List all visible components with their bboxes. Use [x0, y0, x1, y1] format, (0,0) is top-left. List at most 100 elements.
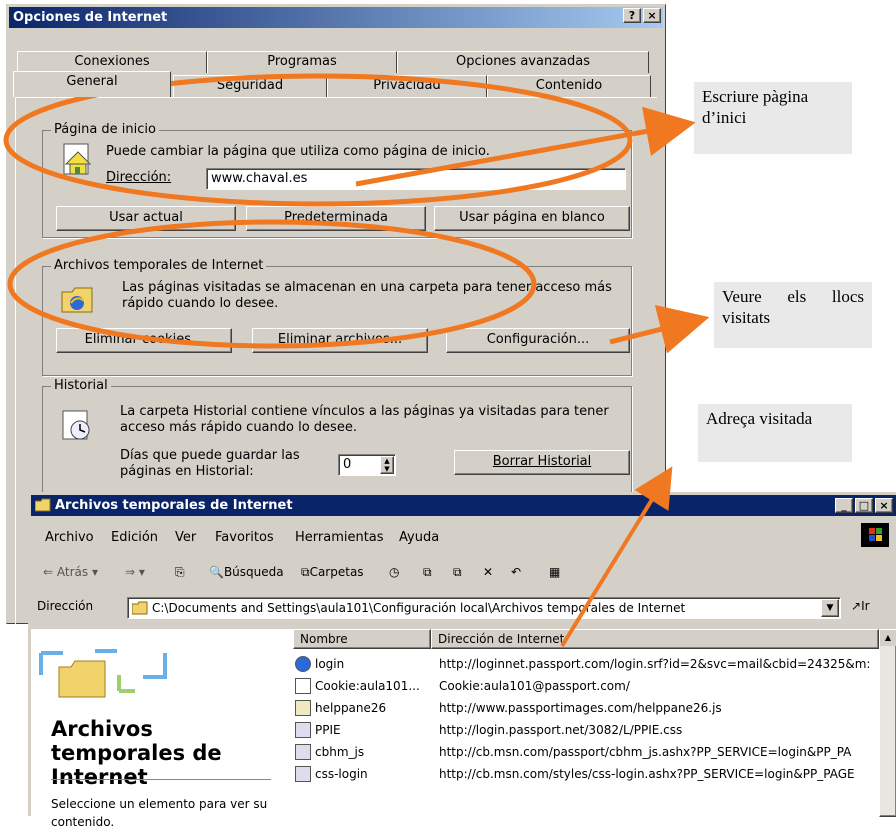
item-url: http://loginnet.passport.com/login.srf?i…: [439, 657, 871, 671]
undo-icon[interactable]: ↶: [511, 565, 521, 579]
list-item[interactable]: login http://loginnet.passport.com/login…: [293, 653, 893, 675]
back-button[interactable]: ⇐ Atrás ▾: [43, 565, 98, 579]
list-item[interactable]: Cookie:aula101... Cookie:aula101@passpor…: [293, 675, 893, 697]
menu-archivo[interactable]: Archivo: [45, 530, 94, 545]
copy-to-icon[interactable]: ⧉: [453, 565, 462, 580]
use-blank-label: Usar página en blanco: [459, 210, 605, 225]
use-blank-button[interactable]: Usar página en blanco: [434, 206, 630, 231]
list-item[interactable]: PPIE http://login.passport.net/3082/L/PP…: [293, 719, 893, 741]
settings-label: Configuración...: [486, 332, 590, 347]
column-name[interactable]: Nombre: [293, 629, 431, 649]
tab-opciones-avanzadas[interactable]: Opciones avanzadas: [397, 51, 649, 73]
home-page-desc: Puede cambiar la página que utiliza como…: [106, 144, 490, 159]
folders-button[interactable]: ⧉Carpetas: [301, 565, 364, 580]
dialog-title-bar[interactable]: Opciones de Internet: [9, 7, 663, 28]
maximize-button[interactable]: □: [855, 498, 873, 513]
window-address-value: C:\Documents and Settings\aula101\Config…: [152, 601, 686, 615]
tab-contenido[interactable]: Contenido: [487, 75, 651, 97]
tab-privacidad[interactable]: Privacidad: [327, 75, 487, 97]
house-icon: [63, 143, 92, 175]
css-file-icon: [295, 766, 311, 782]
item-url: http://login.passport.net/3082/L/PPIE.cs…: [439, 723, 683, 737]
temp-files-desc: Las páginas visitadas se almacenan en un…: [122, 280, 612, 311]
forward-button[interactable]: ⇒ ▾: [125, 565, 145, 579]
item-name: login: [315, 657, 345, 671]
item-name: cbhm_js: [315, 745, 365, 759]
move-to-icon[interactable]: ⧉: [423, 565, 432, 580]
window-title: Archivos temporales de Internet: [55, 498, 293, 513]
history-tool-icon[interactable]: ◷: [389, 565, 399, 579]
help-button[interactable]: ?: [623, 8, 641, 23]
dialog-title: Opciones de Internet: [13, 10, 168, 25]
minimize-button[interactable]: _: [835, 498, 853, 513]
script-file-icon: [295, 700, 311, 716]
tab-conexiones[interactable]: Conexiones: [17, 51, 207, 73]
window-address-label: Dirección: [37, 599, 94, 613]
history-days-label: Días que puede guardar las páginas en Hi…: [120, 448, 300, 479]
side-divider: [51, 779, 271, 780]
callout-visited-address: Adreça visitada: [698, 404, 852, 462]
search-button[interactable]: 🔍Búsqueda: [209, 565, 284, 579]
menu-edicion[interactable]: Edición: [111, 530, 158, 545]
folder-content: Archivos temporales de Internet Seleccio…: [31, 629, 896, 829]
menu-ver[interactable]: Ver: [175, 530, 196, 545]
tab-programas[interactable]: Programas: [207, 51, 397, 73]
history-desc: La carpeta Historial contiene vínculos a…: [120, 404, 609, 435]
menu-herramientas[interactable]: Herramientas: [295, 530, 384, 545]
item-url: Cookie:aula101@passport.com/: [439, 679, 630, 693]
home-address-input[interactable]: www.chaval.es: [206, 168, 626, 190]
list-item[interactable]: cbhm_js http://cb.msn.com/passport/cbhm_…: [293, 741, 893, 763]
delete-icon[interactable]: ✕: [483, 565, 493, 579]
clear-history-button[interactable]: Borrar Historial: [454, 450, 630, 475]
views-icon[interactable]: ▦: [549, 565, 560, 579]
list-item[interactable]: helppane26 http://www.passportimages.com…: [293, 697, 893, 719]
callout-home-page: Escriure pàgina d’inici: [694, 82, 852, 154]
side-panel-hint: Seleccione un elemento para ver su conte…: [51, 797, 268, 829]
go-button[interactable]: ↗Ir: [851, 599, 870, 613]
search-label: Búsqueda: [223, 565, 284, 579]
menu-ayuda[interactable]: Ayuda: [399, 530, 439, 545]
history-label: Historial: [51, 378, 111, 393]
css-file-icon: [295, 722, 311, 738]
window-address-input[interactable]: C:\Documents and Settings\aula101\Config…: [127, 597, 841, 619]
clear-history-label: Borrar Historial: [492, 454, 592, 469]
history-days-spinner[interactable]: ▲ ▼: [380, 456, 394, 474]
item-url: http://cb.msn.com/passport/cbhm_js.ashx?…: [439, 745, 852, 759]
use-current-button[interactable]: Usar actual: [56, 206, 236, 231]
column-address[interactable]: Dirección de Internet: [431, 629, 879, 649]
back-label: Atrás: [56, 565, 89, 579]
item-name: helppane26: [315, 701, 387, 715]
folder-icon: [35, 498, 51, 512]
css-file-icon: [295, 744, 311, 760]
address-folder-icon: [132, 601, 148, 615]
window-title-bar[interactable]: Archivos temporales de Internet: [31, 495, 896, 516]
tab-seguridad[interactable]: Seguridad: [173, 75, 327, 97]
menu-favoritos[interactable]: Favoritos: [215, 530, 274, 545]
history-icon: [62, 410, 90, 440]
window-close-button[interactable]: ×: [875, 498, 893, 513]
delete-files-button[interactable]: Eliminar archivos...: [252, 328, 428, 353]
ie-page-icon: [295, 656, 311, 672]
item-name: css-login: [315, 767, 368, 781]
tab-general[interactable]: General: [13, 71, 171, 97]
delete-files-label: Eliminar archivos...: [277, 332, 403, 347]
up-folder-icon[interactable]: ⎘: [175, 565, 185, 580]
item-url: http://www.passportimages.com/helppane26…: [439, 701, 722, 715]
ie-folder-icon: [61, 287, 93, 313]
close-button[interactable]: ×: [643, 8, 661, 23]
temp-files-label: Archivos temporales de Internet: [51, 258, 267, 273]
text-file-icon: [295, 678, 311, 694]
folder-banner-icon: [39, 649, 167, 698]
home-page-label: Página de inicio: [51, 122, 159, 137]
folders-label: Carpetas: [309, 565, 364, 579]
item-url: http://cb.msn.com/styles/css-login.ashx?…: [439, 767, 855, 781]
go-label: Ir: [861, 599, 870, 613]
address-dropdown-button[interactable]: ▼: [821, 599, 839, 617]
list-item[interactable]: css-login http://cb.msn.com/styles/css-l…: [293, 763, 893, 785]
item-name: PPIE: [315, 723, 341, 737]
windows-logo-icon: [861, 523, 889, 547]
delete-cookies-label: Eliminar cookies...: [84, 332, 204, 347]
delete-cookies-button[interactable]: Eliminar cookies...: [56, 328, 232, 353]
use-default-button[interactable]: Predeterminada: [246, 206, 426, 231]
settings-button[interactable]: Configuración...: [446, 328, 630, 353]
